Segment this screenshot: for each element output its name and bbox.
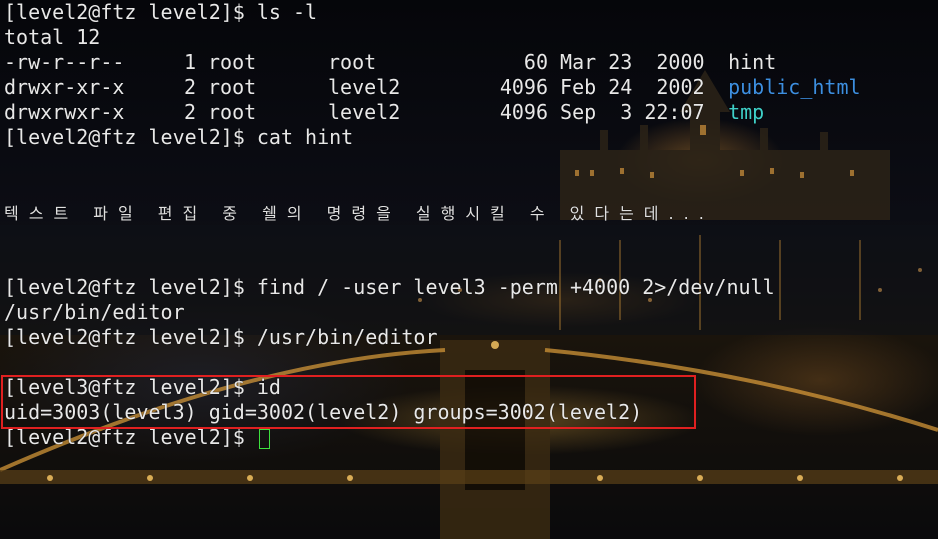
- file-size: 60: [523, 50, 548, 74]
- directory-name: public_html: [728, 75, 861, 99]
- group: root: [328, 50, 377, 74]
- hint-text: 텍스트 파일 편집 중 쉘의 명령을 실행시킬 수 있다는데...: [4, 204, 714, 223]
- terminal-line: 텍스트 파일 편집 중 쉘의 명령을 실행시킬 수 있다는데...: [4, 200, 861, 225]
- permissions: -rw-r--r--: [4, 50, 125, 74]
- shell-prompt: [level2@ftz level2]$: [4, 125, 245, 149]
- command-text: ls -l: [256, 0, 318, 24]
- permissions: drwxrwxr-x: [4, 100, 125, 124]
- permissions: drwxr-xr-x: [4, 75, 125, 99]
- mod-date: Mar 23 2000: [560, 50, 705, 74]
- owner: root: [208, 75, 257, 99]
- link-count: 1: [184, 50, 197, 74]
- terminal-window[interactable]: [level2@ftz level2]$ ls -l total 12 -rw-…: [0, 0, 938, 539]
- terminal-line: [level2@ftz level2]$ /usr/bin/editor: [4, 325, 861, 350]
- terminal-line: /usr/bin/editor: [4, 300, 861, 325]
- listing-row: drwxrwxr-x 2 root level2 4096 Sep 3 22:07 tm…: [4, 100, 861, 125]
- directory-name: tmp: [728, 100, 765, 124]
- highlight-box: [1, 375, 696, 429]
- shell-prompt: [level2@ftz level2]$: [4, 325, 245, 349]
- group: level2: [328, 100, 401, 124]
- link-count: 2: [184, 75, 197, 99]
- link-count: 2: [184, 100, 197, 124]
- total-line: total 12: [4, 25, 101, 49]
- group: level2: [328, 75, 401, 99]
- listing-row: drwxr-xr-x 2 root level2 4096 Feb 24 2002 pu…: [4, 75, 861, 100]
- owner: root: [208, 100, 257, 124]
- listing-row: -rw-r--r-- 1 root root 60 Mar 23 2000 hint: [4, 50, 861, 75]
- file-name: hint: [728, 50, 777, 74]
- shell-prompt: [level2@ftz level2]$: [4, 0, 245, 24]
- command-text: find / -user level3 -perm +4000 2>/dev/n…: [256, 275, 775, 299]
- cursor-icon[interactable]: [258, 428, 270, 449]
- terminal-line: [level2@ftz level2]$ ls -l: [4, 0, 861, 25]
- mod-date: Sep 3 22:07: [560, 100, 705, 124]
- command-text: /usr/bin/editor: [256, 325, 438, 349]
- shell-prompt: [level2@ftz level2]$: [4, 275, 245, 299]
- mod-date: Feb 24 2002: [560, 75, 705, 99]
- file-size: 4096: [499, 75, 548, 99]
- owner: root: [208, 50, 257, 74]
- terminal-line: [level2@ftz level2]$ find / -user level3…: [4, 275, 861, 300]
- terminal-line: total 12: [4, 25, 861, 50]
- terminal-line: [level2@ftz level2]$ cat hint: [4, 125, 861, 150]
- command-text: cat hint: [256, 125, 354, 149]
- command-output: /usr/bin/editor: [4, 300, 185, 324]
- file-size: 4096: [499, 100, 548, 124]
